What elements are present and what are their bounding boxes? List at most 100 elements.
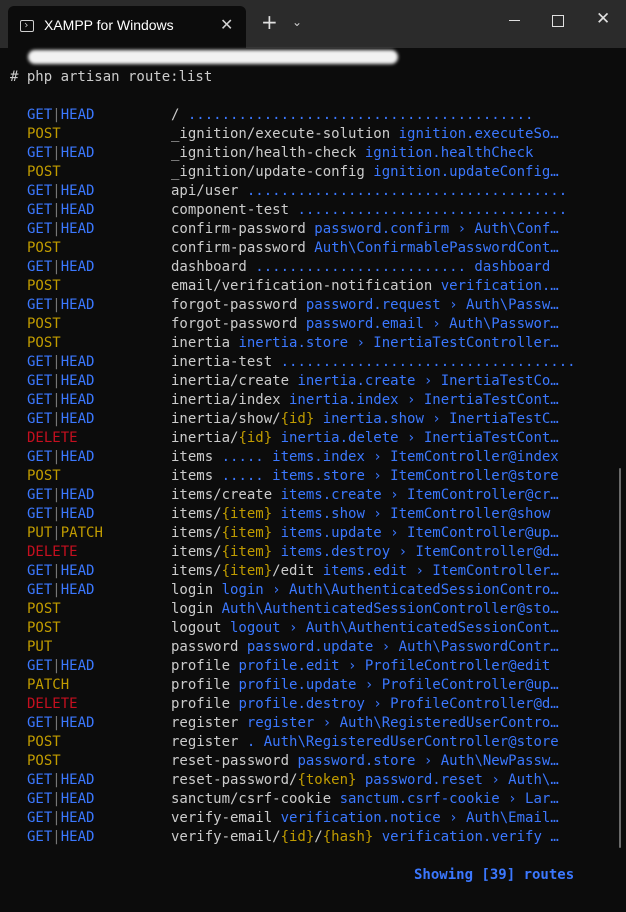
uri-text: verify-email/ xyxy=(171,829,281,845)
uri-text: profile xyxy=(171,696,231,712)
method-verb: PATCH xyxy=(60,525,103,541)
route-method: GET|HEAD xyxy=(27,448,94,467)
route-name-action: . Auth\RegisteredUserController@store xyxy=(238,734,559,750)
uri-param: {hash} xyxy=(322,829,374,845)
method-separator: | xyxy=(52,259,61,275)
route-row: GET|HEAD confirm-password password.confir… xyxy=(0,220,626,239)
method-verb: POST xyxy=(27,316,61,332)
route-uri: api/user ...............................… xyxy=(171,182,585,201)
chevron-down-icon[interactable]: ⌄ xyxy=(292,15,302,29)
route-method: POST xyxy=(27,334,61,353)
route-name-action: items.update › ItemController@up… xyxy=(272,525,559,541)
route-row: GET|HEAD api/user .......................… xyxy=(0,182,626,201)
uri-text: inertia/ xyxy=(171,430,239,446)
route-method: GET|HEAD xyxy=(27,258,94,277)
route-name-action: ................................... xyxy=(272,354,576,370)
uri-text: logout xyxy=(171,620,222,636)
method-separator: | xyxy=(52,373,61,389)
method-verb: HEAD xyxy=(60,354,95,370)
method-verb: POST xyxy=(27,620,61,636)
route-uri: items ..... items.index › ItemController… xyxy=(171,448,585,467)
route-uri: inertia/{id} inertia.delete › InertiaTes… xyxy=(171,429,585,448)
close-window-button[interactable]: ✕ xyxy=(596,9,610,29)
route-method: GET|HEAD xyxy=(27,391,94,410)
scrollbar[interactable] xyxy=(619,468,621,848)
terminal-icon xyxy=(20,20,34,32)
uri-param: {id} xyxy=(280,829,315,845)
route-row: GET|HEAD login login › Auth\Authenticated… xyxy=(0,581,626,600)
route-row: POST login Auth\AuthenticatedSessionContr… xyxy=(0,600,626,619)
uri-text: login xyxy=(171,582,214,598)
route-method: GET|HEAD xyxy=(27,182,94,201)
method-verb: HEAD xyxy=(60,145,95,161)
route-uri: reset-password/{token} password.reset › … xyxy=(171,771,585,790)
route-method: GET|HEAD xyxy=(27,486,94,505)
route-method: POST xyxy=(27,163,61,182)
route-row: GET|HEAD items ..... items.index › ItemCo… xyxy=(0,448,626,467)
route-name-action: ........................................… xyxy=(179,107,534,123)
tab-close-icon[interactable]: ✕ xyxy=(220,15,233,34)
method-separator: | xyxy=(52,582,61,598)
route-row: POST confirm-password Auth\ConfirmablePas… xyxy=(0,239,626,258)
route-name-action: inertia.store › InertiaTestController… xyxy=(230,335,559,351)
route-method: POST xyxy=(27,277,61,296)
route-method: GET|HEAD xyxy=(27,828,94,847)
uri-text: profile xyxy=(171,658,231,674)
route-row: DELETE items/{item} items.destroy › ItemC… xyxy=(0,543,626,562)
method-verb: HEAD xyxy=(60,297,95,313)
route-uri: _ignition/execute-solution ignition.exec… xyxy=(171,125,585,144)
method-verb: HEAD xyxy=(60,506,95,522)
method-separator: | xyxy=(52,107,61,123)
method-verb: HEAD xyxy=(60,392,95,408)
route-method: POST xyxy=(27,239,61,258)
method-verb: GET xyxy=(27,810,53,826)
route-uri: confirm-password password.confirm › Auth… xyxy=(171,220,585,239)
new-tab-button[interactable]: + xyxy=(261,10,278,34)
uri-text: verify-email xyxy=(171,810,273,826)
maximize-button[interactable] xyxy=(552,15,564,27)
route-method: GET|HEAD xyxy=(27,296,94,315)
method-verb: POST xyxy=(27,601,61,617)
method-verb: HEAD xyxy=(60,582,95,598)
route-uri: reset-password password.store › Auth\New… xyxy=(171,752,585,771)
uri-text: reset-password/ xyxy=(171,772,298,788)
uri-param: {id} xyxy=(280,411,315,427)
method-verb: GET xyxy=(27,563,53,579)
route-method: GET|HEAD xyxy=(27,790,94,809)
method-verb: POST xyxy=(27,734,61,750)
route-uri: inertia inertia.store › InertiaTestContr… xyxy=(171,334,585,353)
method-separator: | xyxy=(52,411,61,427)
redacted-path xyxy=(28,50,398,64)
method-verb: POST xyxy=(27,126,61,142)
route-row: POST inertia inertia.store › InertiaTestC… xyxy=(0,334,626,353)
method-verb: DELETE xyxy=(27,696,78,712)
uri-text: items xyxy=(171,449,214,465)
route-uri: items/{item}/edit items.edit › ItemContr… xyxy=(171,562,585,581)
method-verb: GET xyxy=(27,259,53,275)
method-separator: | xyxy=(52,221,61,237)
method-verb: GET xyxy=(27,772,53,788)
route-name-action: items.show › ItemController@show xyxy=(272,506,551,522)
method-verb: POST xyxy=(27,164,61,180)
method-separator: | xyxy=(52,297,61,313)
route-method: PUT|PATCH xyxy=(27,524,103,543)
uri-text: confirm-password xyxy=(171,240,306,256)
route-row: GET|HEAD register register › Auth\Registe… xyxy=(0,714,626,733)
method-separator: | xyxy=(52,487,61,503)
route-name-action: items.destroy › ItemController@d… xyxy=(272,544,559,560)
method-verb: GET xyxy=(27,145,53,161)
route-name-action: profile.update › ProfileController@up… xyxy=(230,677,559,693)
method-separator: | xyxy=(52,563,61,579)
uri-text: inertia xyxy=(171,335,231,351)
route-uri: profile profile.update › ProfileControll… xyxy=(171,676,585,695)
route-uri: register register › Auth\RegisteredUserC… xyxy=(171,714,585,733)
method-separator: | xyxy=(52,145,61,161)
route-method: POST xyxy=(27,619,61,638)
minimize-button[interactable] xyxy=(509,20,520,21)
route-method: GET|HEAD xyxy=(27,106,94,125)
method-verb: GET xyxy=(27,183,53,199)
method-verb: GET xyxy=(27,107,53,123)
tab-xampp[interactable]: XAMPP for Windows ✕ xyxy=(8,6,246,48)
method-verb: HEAD xyxy=(60,107,95,123)
route-name-action: login › Auth\AuthenticatedSessionContro… xyxy=(213,582,559,598)
